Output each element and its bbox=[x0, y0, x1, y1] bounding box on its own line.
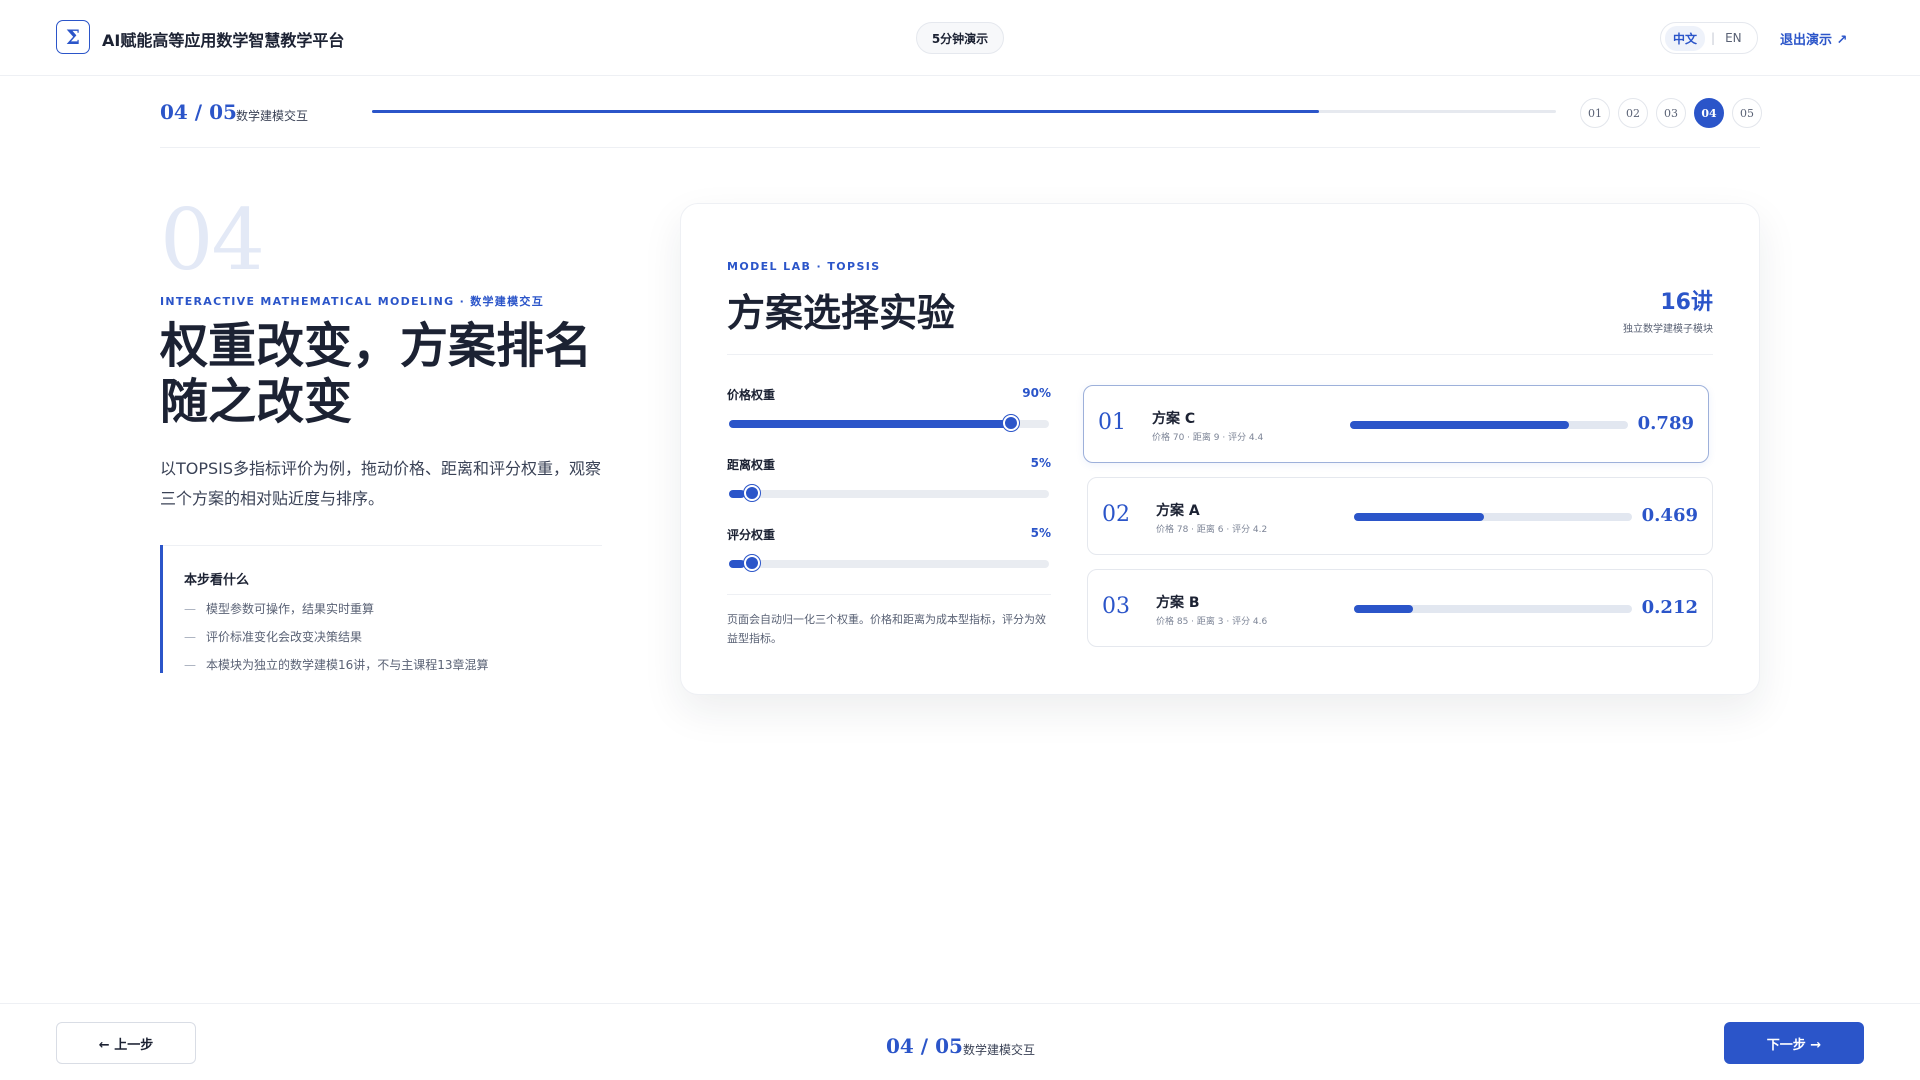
key-points-box: 本步看什么 — 模型参数可操作，结果实时重算 — 评价标准变化会改变决策结果 — 本模… bbox=[160, 545, 602, 673]
score-track bbox=[1354, 513, 1632, 521]
top-bar: Σ AI赋能高等应用数学智慧教学平台 5分钟演示 中文 | EN 退出演示 ↗ bbox=[0, 0, 1920, 76]
card-divider bbox=[727, 354, 1713, 355]
card-eyebrow: MODEL LAB · TOPSIS bbox=[727, 260, 881, 273]
result-score: 0.469 bbox=[1641, 505, 1698, 526]
lang-separator: | bbox=[1711, 31, 1716, 45]
step-dots: 01 02 03 04 05 bbox=[1580, 98, 1762, 128]
slider-value: 5% bbox=[1030, 456, 1051, 470]
step-big-number: 04 bbox=[160, 191, 265, 289]
score-fill bbox=[1354, 605, 1413, 613]
lang-option-en[interactable]: EN bbox=[1721, 27, 1746, 49]
step-dot-04[interactable]: 04 bbox=[1694, 98, 1724, 128]
result-rank: 02 bbox=[1102, 502, 1130, 527]
score-fill bbox=[1354, 513, 1485, 521]
result-score: 0.789 bbox=[1637, 413, 1694, 434]
progress-track bbox=[372, 110, 1556, 113]
slider-fill bbox=[729, 420, 1017, 428]
price-weight-slider: 价格权重 90% bbox=[727, 386, 1051, 431]
key-point-item: — 本模块为独立的数学建模16讲，不与主课程13章混算 bbox=[184, 658, 602, 672]
next-step-button[interactable]: 下一步 → bbox=[1724, 1022, 1864, 1064]
slider-value: 90% bbox=[1022, 386, 1051, 400]
result-row: 01 方案 C 价格 70 · 距离 9 · 评分 4.4 0.789 bbox=[1083, 385, 1709, 463]
footer-nav: ← 上一步 04 / 05 数学建模交互 下一步 → bbox=[0, 1003, 1920, 1080]
result-plan-meta: 价格 70 · 距离 9 · 评分 4.4 bbox=[1152, 433, 1264, 443]
slider-label: 评分权重 bbox=[727, 528, 776, 542]
lecture-count: 16讲 bbox=[1660, 290, 1713, 315]
slider-track[interactable] bbox=[729, 490, 1049, 498]
slider-thumb[interactable] bbox=[744, 555, 761, 571]
footer-step-counter: 04 / 05 bbox=[886, 1034, 963, 1058]
result-rank: 03 bbox=[1102, 594, 1130, 619]
demo-duration-badge: 5分钟演示 bbox=[916, 22, 1004, 54]
result-plan-name: 方案 C bbox=[1152, 411, 1196, 427]
slider-thumb[interactable] bbox=[744, 485, 761, 501]
result-rank: 01 bbox=[1098, 410, 1126, 435]
rating-weight-slider: 评分权重 5% bbox=[727, 526, 1051, 571]
score-track bbox=[1350, 421, 1628, 429]
key-points-title: 本步看什么 bbox=[184, 573, 250, 588]
lang-option-zh[interactable]: 中文 bbox=[1665, 25, 1706, 51]
model-lab-card: MODEL LAB · TOPSIS 方案选择实验 16讲 独立数学建模子模块 … bbox=[680, 203, 1760, 695]
prev-step-button[interactable]: ← 上一步 bbox=[56, 1022, 196, 1064]
key-point-text: 本模块为独立的数学建模16讲，不与主课程13章混算 bbox=[206, 658, 489, 672]
result-plan-meta: 价格 85 · 距离 3 · 评分 4.6 bbox=[1156, 617, 1268, 627]
result-plan-name: 方案 A bbox=[1156, 503, 1200, 519]
sigma-logo-icon: Σ bbox=[56, 20, 90, 54]
result-row: 02 方案 A 价格 78 · 距离 6 · 评分 4.2 0.469 bbox=[1087, 477, 1713, 555]
page-headline: 权重改变，方案排名 随之改变 bbox=[160, 318, 610, 430]
app-title: AI赋能高等应用数学智慧教学平台 bbox=[102, 31, 345, 50]
dash-icon: — bbox=[184, 602, 196, 616]
lecture-count-label: 独立数学建模子模块 bbox=[1623, 324, 1713, 335]
result-score: 0.212 bbox=[1641, 597, 1698, 618]
slider-thumb[interactable] bbox=[1002, 415, 1019, 431]
slider-value: 5% bbox=[1030, 526, 1051, 540]
headline-line-2: 随之改变 bbox=[160, 374, 353, 430]
footer-step-name: 数学建模交互 bbox=[963, 1043, 1036, 1057]
step-dot-05[interactable]: 05 bbox=[1732, 98, 1762, 128]
step-counter: 04 / 05 bbox=[160, 100, 237, 124]
step-progress-bar: 04 / 05 数学建模交互 01 02 03 04 05 bbox=[160, 98, 1762, 148]
key-point-text: 评价标准变化会改变决策结果 bbox=[206, 630, 363, 644]
score-track bbox=[1354, 605, 1632, 613]
result-plan-meta: 价格 78 · 距离 6 · 评分 4.2 bbox=[1156, 525, 1268, 535]
key-point-item: — 评价标准变化会改变决策结果 bbox=[184, 630, 602, 644]
slider-fill bbox=[729, 560, 745, 568]
key-point-text: 模型参数可操作，结果实时重算 bbox=[206, 602, 375, 616]
progress-fill bbox=[372, 110, 1320, 113]
slider-divider bbox=[727, 594, 1051, 595]
key-point-item: — 模型参数可操作，结果实时重算 bbox=[184, 602, 602, 616]
language-switcher: 中文 | EN bbox=[1660, 22, 1758, 54]
distance-weight-slider: 距离权重 5% bbox=[727, 456, 1051, 501]
step-dot-03[interactable]: 03 bbox=[1656, 98, 1686, 128]
slider-fill bbox=[729, 490, 745, 498]
step-dot-01[interactable]: 01 bbox=[1580, 98, 1610, 128]
result-plan-name: 方案 B bbox=[1156, 595, 1200, 611]
section-eyebrow: INTERACTIVE MATHEMATICAL MODELING · 数学建模… bbox=[160, 295, 544, 308]
dash-icon: — bbox=[184, 658, 196, 672]
slider-track[interactable] bbox=[729, 560, 1049, 568]
slider-label: 价格权重 bbox=[727, 388, 776, 402]
score-fill bbox=[1350, 421, 1570, 429]
headline-line-1: 权重改变，方案排名 bbox=[160, 318, 593, 374]
section-description: 以TOPSIS多指标评价为例，拖动价格、距离和评分权重，观察三个方案的相对贴近度… bbox=[160, 459, 602, 508]
exit-demo-link[interactable]: 退出演示 ↗ bbox=[1780, 29, 1847, 48]
dash-icon: — bbox=[184, 630, 196, 644]
step-name: 数学建模交互 bbox=[236, 109, 309, 123]
weights-footnote: 页面会自动归一化三个权重。价格和距离为成本型指标，评分为效益型指标。 bbox=[727, 613, 1046, 645]
slider-track[interactable] bbox=[729, 420, 1049, 428]
slider-label: 距离权重 bbox=[727, 458, 776, 472]
result-row: 03 方案 B 价格 85 · 距离 3 · 评分 4.6 0.212 bbox=[1087, 569, 1713, 647]
step-dot-02[interactable]: 02 bbox=[1618, 98, 1648, 128]
card-title: 方案选择实验 bbox=[727, 290, 956, 335]
